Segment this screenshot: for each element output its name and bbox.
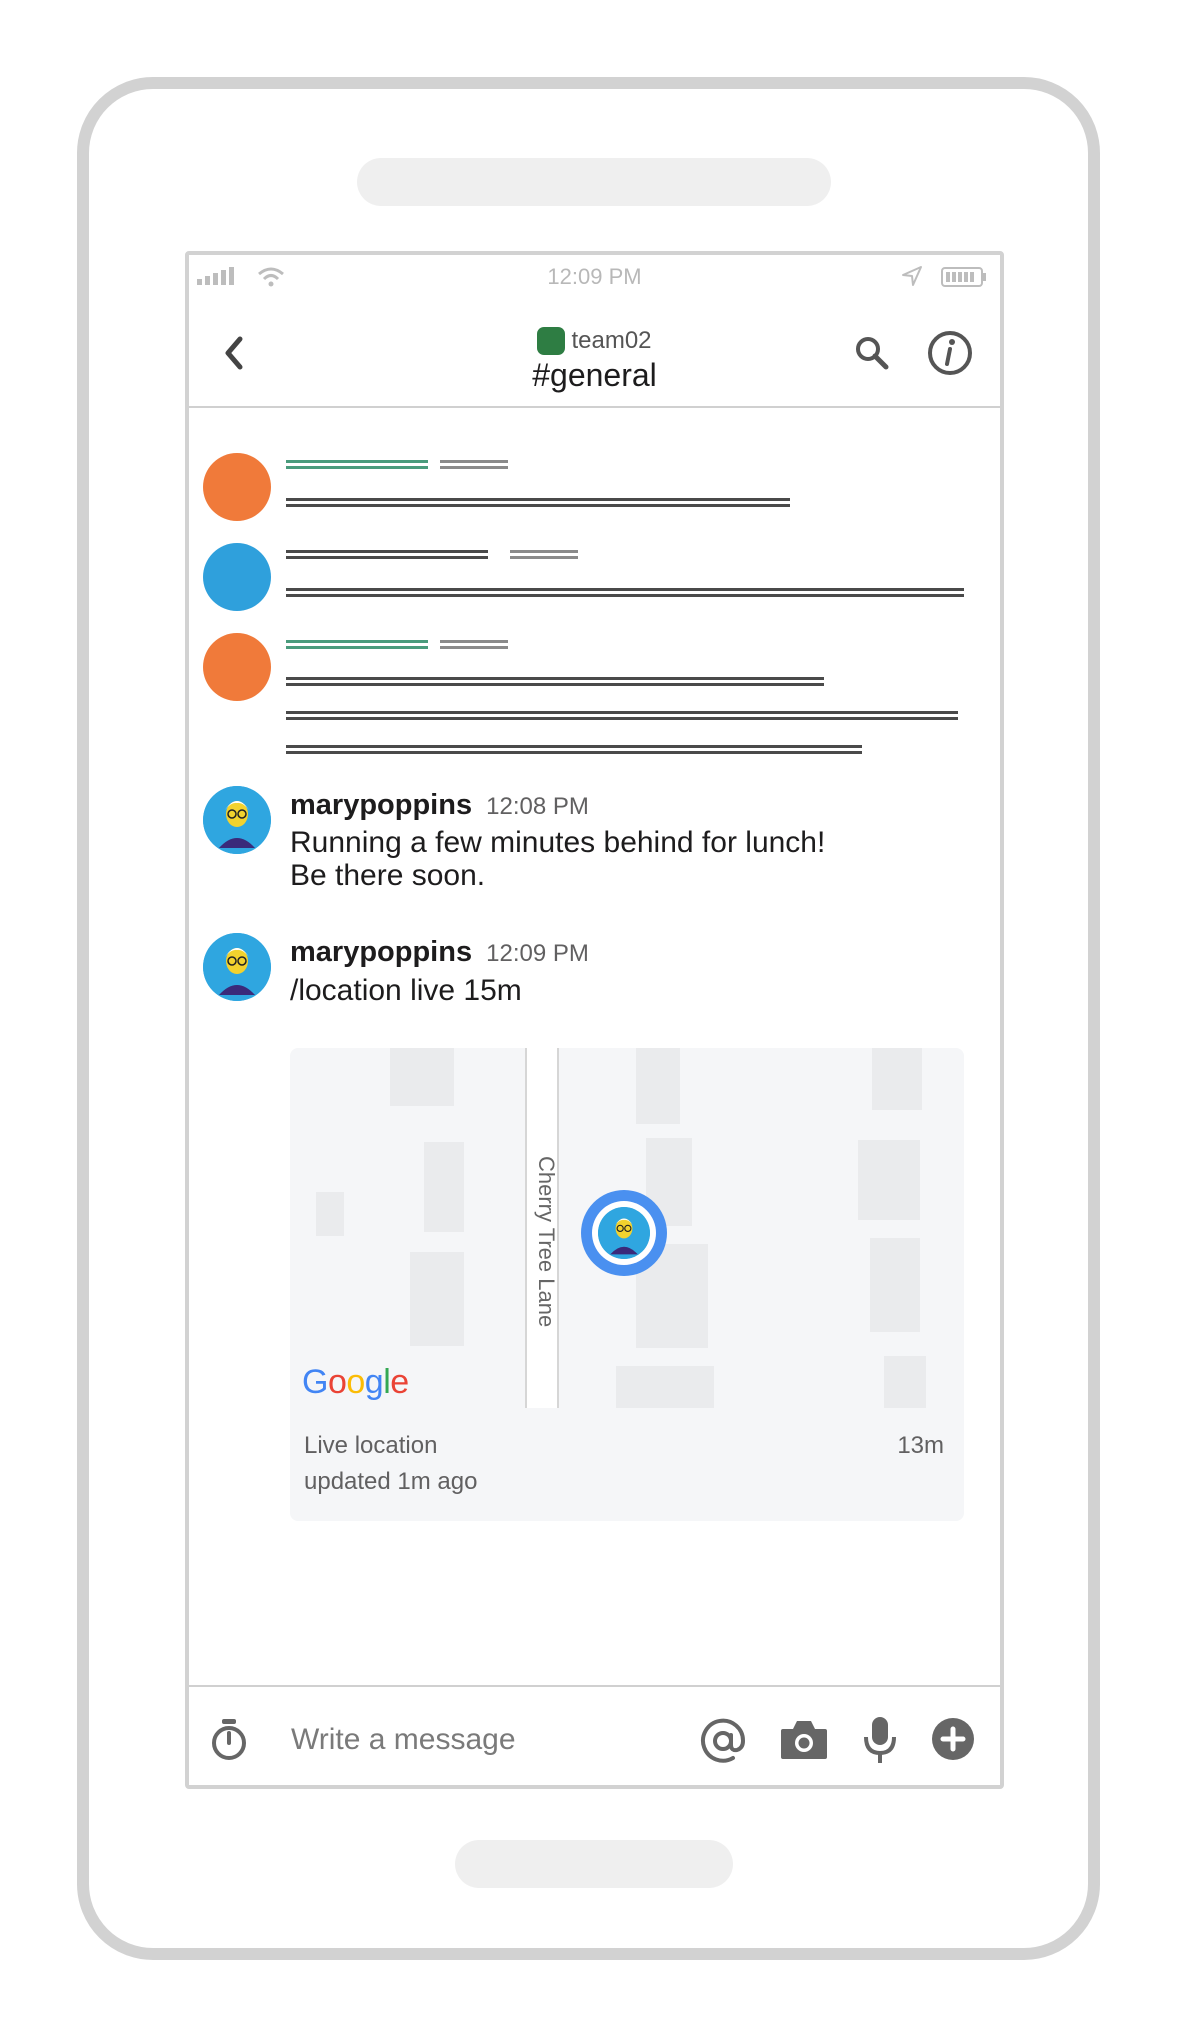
message-timestamp: 12:09 PM — [486, 940, 589, 967]
map-building — [636, 1048, 680, 1124]
user-avatar-icon — [203, 933, 271, 1001]
message-text-line: /location live 15m — [290, 974, 522, 1007]
user-avatar-icon — [598, 1207, 650, 1259]
avatar — [203, 633, 271, 701]
status-time: 12:09 PM — [547, 264, 642, 289]
placeholder-text — [286, 745, 862, 754]
google-logo: Google — [302, 1363, 409, 1401]
avatar[interactable] — [203, 786, 271, 854]
map-building — [884, 1356, 926, 1408]
live-location-card[interactable]: Cherry Tree Lane Google Live location up… — [290, 1048, 964, 1521]
map-building — [858, 1140, 920, 1220]
message-username[interactable]: marypoppins — [290, 789, 472, 821]
message-header: marypoppins 12:09 PM — [290, 936, 589, 969]
map-building — [870, 1238, 920, 1332]
map-building — [616, 1366, 714, 1408]
live-location-pin[interactable] — [581, 1190, 667, 1276]
message-input[interactable] — [289, 1719, 673, 1761]
map-building — [390, 1048, 454, 1106]
phone-speaker — [357, 158, 831, 206]
mention-icon[interactable] — [699, 1717, 747, 1765]
live-location-distance: 13m — [897, 1432, 944, 1459]
user-avatar-icon — [203, 786, 271, 854]
camera-icon[interactable] — [779, 1717, 829, 1761]
message-text-line: Be there soon. — [290, 859, 486, 892]
message-header: marypoppins 12:08 PM — [290, 789, 589, 822]
message-username[interactable]: marypoppins — [290, 936, 472, 968]
avatar — [203, 543, 271, 611]
placeholder-time — [510, 550, 578, 559]
map-building — [316, 1192, 344, 1236]
placeholder-username — [286, 640, 428, 649]
team-name: team02 — [571, 327, 652, 354]
status-bar: 12:09 PM — [189, 255, 1000, 295]
plus-circle-icon[interactable] — [931, 1717, 975, 1761]
placeholder-text — [286, 677, 824, 686]
street-label: Cherry Tree Lane — [534, 1156, 559, 1328]
placeholder-time — [440, 640, 508, 649]
placeholder-text — [286, 588, 964, 597]
live-location-updated: updated 1m ago — [304, 1468, 478, 1495]
placeholder-text — [286, 498, 790, 507]
placeholder-text — [286, 711, 958, 720]
channel-header: team02 #general — [189, 295, 1000, 408]
timer-icon[interactable] — [209, 1717, 249, 1763]
message-composer — [189, 1685, 1000, 1785]
map-building — [410, 1252, 464, 1346]
map-building — [872, 1048, 922, 1110]
microphone-icon[interactable] — [863, 1715, 897, 1765]
map-building — [424, 1142, 464, 1232]
team-color-badge — [537, 327, 566, 355]
phone-home-button[interactable] — [455, 1840, 733, 1888]
location-arrow-icon — [902, 266, 922, 286]
avatar[interactable] — [203, 933, 271, 1001]
search-icon[interactable] — [854, 335, 890, 371]
placeholder-username — [286, 460, 428, 469]
live-location-label: Live location — [304, 1432, 438, 1459]
app-screen: 12:09 PM team02 #general marypoppins 12:… — [185, 251, 1004, 1789]
placeholder-username — [286, 550, 488, 559]
info-icon[interactable] — [926, 329, 974, 377]
battery-icon — [941, 267, 986, 287]
avatar — [203, 453, 271, 521]
message-timestamp: 12:08 PM — [486, 793, 589, 820]
placeholder-time — [440, 460, 508, 469]
